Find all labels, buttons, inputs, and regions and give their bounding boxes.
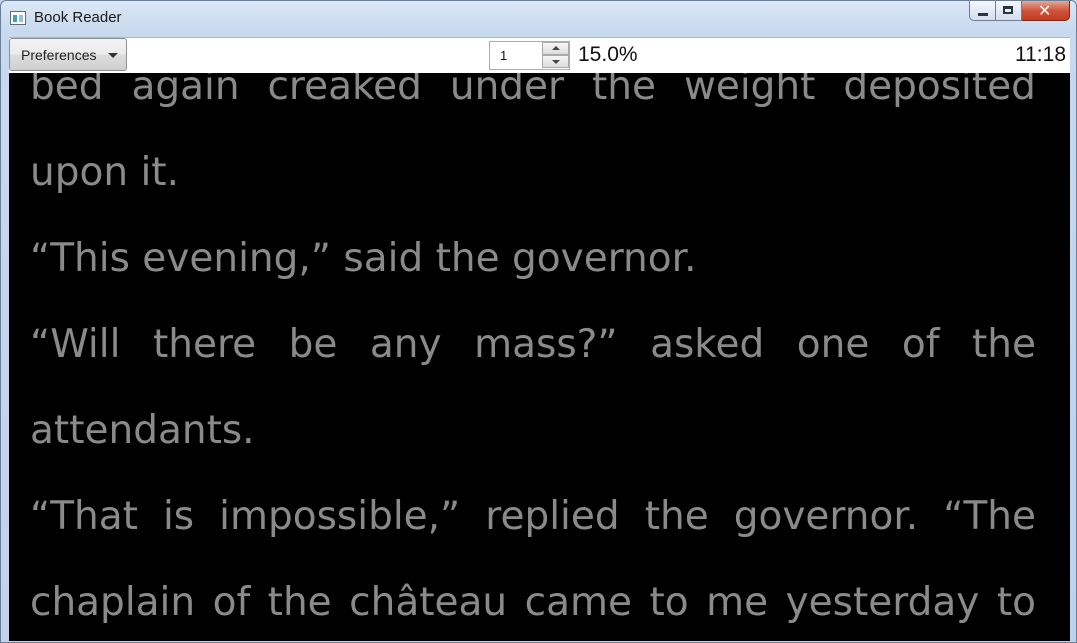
close-button[interactable]: ✕ <box>1022 1 1070 21</box>
text-word: any <box>369 322 442 367</box>
maximize-button[interactable] <box>996 1 1022 21</box>
text-word: “Will <box>30 322 121 367</box>
page-up-button[interactable] <box>542 42 569 55</box>
text-word: to <box>996 580 1036 625</box>
text-line: “This evening,” said the governor. <box>30 236 697 281</box>
text-word: impossible,” <box>219 494 461 539</box>
preferences-label: Preferences <box>21 47 97 63</box>
chevron-down-icon <box>108 53 118 58</box>
text-line: upon it. <box>30 150 179 195</box>
text-line: “That is impossible,” replied the governor. “T… <box>30 497 1036 536</box>
text-word: weight <box>683 73 816 109</box>
text-line: bed again creaked under the weight deposited <box>30 73 1036 106</box>
text-word: governor. <box>733 494 919 539</box>
text-word: deposited <box>843 73 1036 109</box>
text-word: the <box>267 580 332 625</box>
page-number-input[interactable] <box>490 42 542 69</box>
text-line: “Will there be any mass?” asked one of the <box>30 325 1036 364</box>
app-icon <box>10 11 26 25</box>
text-word: creaked <box>267 73 422 109</box>
text-word: the <box>971 322 1036 367</box>
text-word: one <box>796 322 870 367</box>
text-word: there <box>152 322 257 367</box>
text-word: château <box>349 580 508 625</box>
text-word: bed <box>30 73 104 109</box>
toolbar: Preferences 15.0% 11:18 <box>9 37 1070 74</box>
text-word: to <box>649 580 689 625</box>
text-word: mass?” <box>474 322 618 367</box>
clock: 11:18 <box>1015 43 1066 66</box>
progress-percent: 15.0% <box>578 43 638 66</box>
window-controls: ✕ <box>969 1 1070 27</box>
minimize-button[interactable] <box>969 1 996 21</box>
page-spinner <box>489 41 570 70</box>
text-word: the <box>592 73 657 109</box>
text-line: chaplain of the château came to me yesterday to <box>30 583 1036 622</box>
minimize-icon <box>978 13 988 16</box>
text-word: came <box>524 580 632 625</box>
text-word: chaplain <box>30 580 196 625</box>
text-word: be <box>288 322 338 367</box>
close-icon: ✕ <box>1038 1 1052 20</box>
text-word: of <box>212 580 251 625</box>
arrow-down-icon <box>552 60 560 64</box>
window-title: Book Reader <box>34 9 122 26</box>
text-word: of <box>901 322 940 367</box>
reading-area[interactable]: bed again creaked under the weight deposited up… <box>9 73 1070 641</box>
preferences-button[interactable]: Preferences <box>9 38 127 71</box>
text-word: “The <box>943 494 1036 539</box>
text-word: the <box>644 494 709 539</box>
text-word: again <box>131 73 240 109</box>
maximize-icon <box>1003 6 1013 14</box>
text-line: attendants. <box>30 408 255 453</box>
text-word: asked <box>650 322 765 367</box>
text-word: me <box>706 580 769 625</box>
arrow-up-icon <box>552 46 560 50</box>
title-bar: Book Reader ✕ <box>1 1 1076 37</box>
text-word: “That <box>30 494 138 539</box>
text-word: under <box>449 73 565 109</box>
text-word: yesterday <box>785 580 980 625</box>
text-word: replied <box>485 494 620 539</box>
book-reader-window: Book Reader ✕ Preferences 15.0% 11:18 be… <box>0 0 1077 643</box>
text-word: is <box>162 494 195 539</box>
page-down-button[interactable] <box>542 55 569 68</box>
